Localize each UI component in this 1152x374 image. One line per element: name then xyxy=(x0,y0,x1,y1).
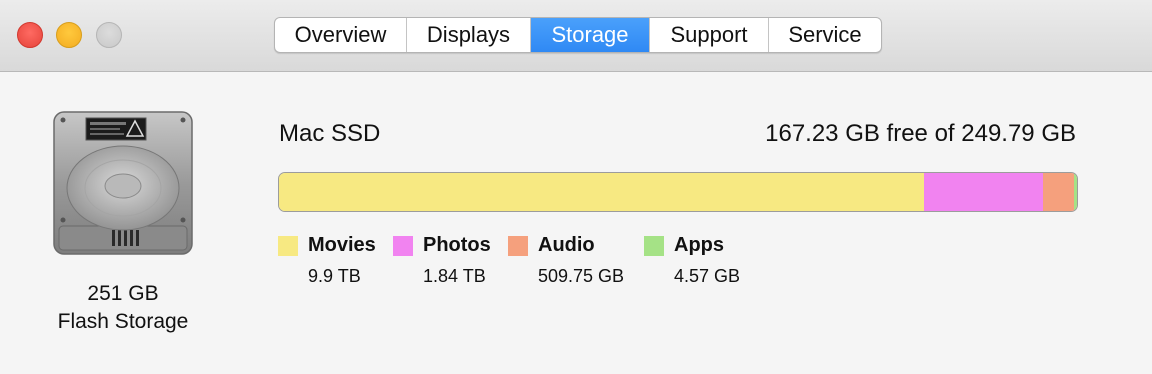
close-window-button[interactable] xyxy=(17,22,43,48)
free-space-text: 167.23 GB free of 249.79 GB xyxy=(765,120,1076,147)
tab-bar: Overview Displays Storage Support Servic… xyxy=(274,17,882,53)
zoom-window-button[interactable] xyxy=(96,22,122,48)
tab-service[interactable]: Service xyxy=(769,18,881,52)
legend-size: 1.84 TB xyxy=(423,266,486,286)
legend-size: 509.75 GB xyxy=(538,266,625,286)
legend-swatch xyxy=(393,236,413,256)
usage-segment-movies xyxy=(279,173,924,211)
legend-swatch xyxy=(508,236,528,256)
legend-size: 4.57 GB xyxy=(674,266,741,286)
volume-name: Mac SSD xyxy=(279,120,381,147)
drive-capacity: 251 GB xyxy=(87,282,159,305)
legend-swatch xyxy=(644,236,664,256)
tab-displays[interactable]: Displays xyxy=(407,18,531,52)
usage-segment-apps xyxy=(1073,173,1077,211)
tab-storage[interactable]: Storage xyxy=(531,18,650,52)
usage-segment-photos xyxy=(923,173,1044,211)
legend-label: Photos xyxy=(423,234,491,256)
storage-usage-bar xyxy=(278,172,1078,212)
minimize-window-button[interactable] xyxy=(56,22,82,48)
legend-label: Audio xyxy=(538,234,595,256)
legend-swatch xyxy=(278,236,298,256)
toolbar: Overview Displays Storage Support Servic… xyxy=(0,0,1152,72)
hard-drive-icon xyxy=(50,108,196,258)
drive-type: Flash Storage xyxy=(57,310,189,333)
about-this-mac-window: Overview Displays Storage Support Servic… xyxy=(0,0,1152,374)
drive-caption: 251 GB Flash Storage xyxy=(30,280,216,336)
legend-label: Movies xyxy=(308,234,376,256)
tab-overview[interactable]: Overview xyxy=(275,18,407,52)
usage-segment-audio xyxy=(1043,173,1074,211)
legend-size: 9.9 TB xyxy=(308,266,361,286)
legend-label: Apps xyxy=(674,234,724,256)
tab-support[interactable]: Support xyxy=(650,18,769,52)
